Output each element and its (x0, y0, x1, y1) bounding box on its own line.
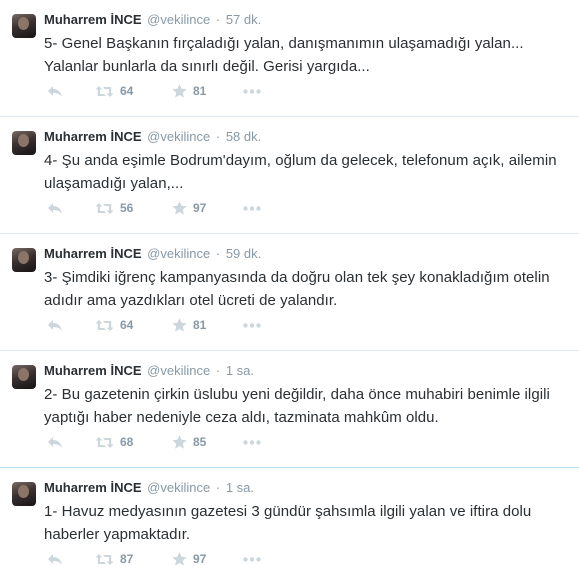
more-icon (243, 205, 261, 211)
tweet-actions: 87 97 (44, 549, 284, 569)
reply-icon (47, 85, 63, 98)
tweet-timestamp[interactable]: 58 dk. (226, 129, 261, 144)
retweet-icon (95, 85, 114, 98)
tweet-header: Muharrem İNCE @vekilince · 1 sa. (44, 363, 254, 379)
separator: · (215, 246, 221, 261)
reply-button[interactable] (47, 198, 63, 218)
more-button[interactable] (243, 198, 261, 218)
more-icon (243, 439, 261, 445)
reply-icon (47, 553, 63, 566)
user-handle[interactable]: @vekilince (147, 363, 210, 378)
retweet-icon (95, 553, 114, 566)
retweet-icon (95, 319, 114, 332)
star-icon (172, 552, 187, 566)
retweet-button[interactable]: 64 (95, 315, 133, 335)
tweet-header: Muharrem İNCE @vekilince · 57 dk. (44, 12, 261, 28)
star-icon (172, 318, 187, 332)
favorite-button[interactable]: 97 (172, 549, 206, 569)
tweet-actions: 68 85 (44, 432, 284, 452)
retweet-button[interactable]: 56 (95, 198, 133, 218)
retweet-icon (95, 436, 114, 449)
avatar[interactable] (12, 14, 36, 38)
user-name[interactable]: Muharrem İNCE (44, 129, 142, 144)
more-icon (243, 88, 261, 94)
more-icon (243, 322, 261, 328)
favorite-button[interactable]: 97 (172, 198, 206, 218)
separator: · (215, 480, 221, 495)
user-name[interactable]: Muharrem İNCE (44, 480, 142, 495)
reply-button[interactable] (47, 81, 63, 101)
tweet-text: 2- Bu gazetenin çirkin üslubu yeni değil… (44, 386, 550, 426)
tweet-header: Muharrem İNCE @vekilince · 58 dk. (44, 129, 261, 145)
tweet[interactable]: Muharrem İNCE @vekilince · 58 dk. 4- Şu … (0, 117, 579, 234)
reply-button[interactable] (47, 315, 63, 335)
tweet-timeline: Muharrem İNCE @vekilince · 57 dk. 5- Gen… (0, 0, 579, 582)
user-handle[interactable]: @vekilince (147, 480, 210, 495)
separator: · (215, 12, 221, 27)
favorite-button[interactable]: 85 (172, 432, 206, 452)
user-handle[interactable]: @vekilince (147, 129, 210, 144)
retweet-count[interactable]: 56 (120, 201, 133, 215)
star-icon (172, 435, 187, 449)
tweet-header: Muharrem İNCE @vekilince · 1 sa. (44, 480, 254, 496)
user-handle[interactable]: @vekilince (147, 12, 210, 27)
reply-button[interactable] (47, 549, 63, 569)
favorite-button[interactable]: 81 (172, 81, 206, 101)
tweet[interactable]: Muharrem İNCE @vekilince · 59 dk. 3- Şim… (0, 234, 579, 351)
more-button[interactable] (243, 81, 261, 101)
tweet-text: 4- Şu anda eşimle Bodrum'dayım, oğlum da… (44, 152, 557, 192)
user-name[interactable]: Muharrem İNCE (44, 246, 142, 261)
favorite-count[interactable]: 97 (193, 552, 206, 566)
tweet-timestamp[interactable]: 1 sa. (226, 363, 254, 378)
avatar[interactable] (12, 248, 36, 272)
retweet-count[interactable]: 87 (120, 552, 133, 566)
tweet-text: 3- Şimdiki iğrenç kampanyasında da doğru… (44, 269, 550, 309)
favorite-count[interactable]: 81 (193, 84, 206, 98)
retweet-button[interactable]: 64 (95, 81, 133, 101)
more-button[interactable] (243, 315, 261, 335)
separator: · (215, 363, 221, 378)
more-button[interactable] (243, 432, 261, 452)
tweet-actions: 64 81 (44, 315, 284, 335)
retweet-count[interactable]: 64 (120, 84, 133, 98)
reply-icon (47, 319, 63, 332)
star-icon (172, 84, 187, 98)
user-name[interactable]: Muharrem İNCE (44, 363, 142, 378)
reply-button[interactable] (47, 432, 63, 452)
tweet-actions: 56 97 (44, 198, 284, 218)
retweet-button[interactable]: 87 (95, 549, 133, 569)
more-icon (243, 556, 261, 562)
avatar[interactable] (12, 131, 36, 155)
favorite-count[interactable]: 97 (193, 201, 206, 215)
tweet[interactable]: Muharrem İNCE @vekilince · 1 sa. 2- Bu g… (0, 351, 579, 468)
tweet-timestamp[interactable]: 57 dk. (226, 12, 261, 27)
favorite-count[interactable]: 81 (193, 318, 206, 332)
retweet-count[interactable]: 64 (120, 318, 133, 332)
tweet-actions: 64 81 (44, 81, 284, 101)
tweet-text: 1- Havuz medyasının gazetesi 3 gündür şa… (44, 503, 532, 543)
reply-icon (47, 436, 63, 449)
favorite-count[interactable]: 85 (193, 435, 206, 449)
tweet[interactable]: Muharrem İNCE @vekilince · 57 dk. 5- Gen… (0, 0, 579, 117)
tweet-text: 5- Genel Başkanın fırçaladığı yalan, dan… (44, 35, 524, 75)
favorite-button[interactable]: 81 (172, 315, 206, 335)
user-name[interactable]: Muharrem İNCE (44, 12, 142, 27)
retweet-button[interactable]: 68 (95, 432, 133, 452)
tweet-header: Muharrem İNCE @vekilince · 59 dk. (44, 246, 261, 262)
more-button[interactable] (243, 549, 261, 569)
tweet[interactable]: Muharrem İNCE @vekilince · 1 sa. 1- Havu… (0, 468, 579, 582)
retweet-icon (95, 202, 114, 215)
tweet-timestamp[interactable]: 59 dk. (226, 246, 261, 261)
user-handle[interactable]: @vekilince (147, 246, 210, 261)
tweet-timestamp[interactable]: 1 sa. (226, 480, 254, 495)
reply-icon (47, 202, 63, 215)
retweet-count[interactable]: 68 (120, 435, 133, 449)
star-icon (172, 201, 187, 215)
avatar[interactable] (12, 365, 36, 389)
separator: · (215, 129, 221, 144)
avatar[interactable] (12, 482, 36, 506)
